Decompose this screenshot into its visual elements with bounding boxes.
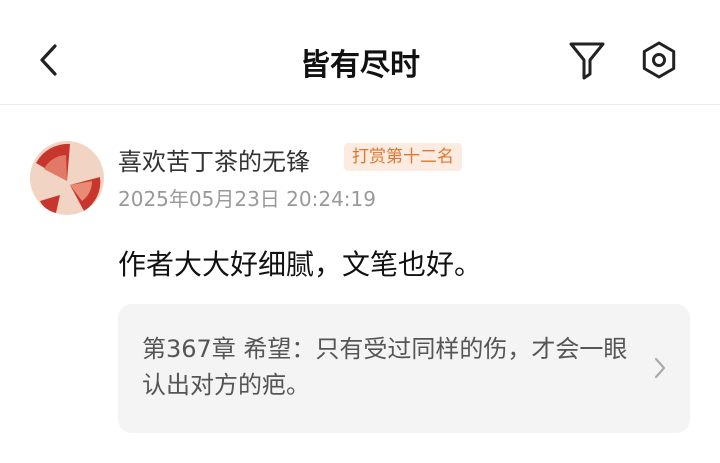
chapter-reference-text: 第367章 希望：只有受过同样的伤，才会一眼认出对方的疤。 [142,335,628,399]
chapter-reference-card[interactable]: 第367章 希望：只有受过同样的伤，才会一眼认出对方的疤。 [118,304,690,433]
settings-button[interactable] [637,38,681,82]
filter-icon [569,42,605,80]
avatar[interactable] [30,141,104,215]
comment-text: 作者大大好细腻，文笔也好。 [118,248,483,281]
reward-rank-badge: 打赏第十二名 [344,143,462,171]
avatar-image [30,141,104,215]
filter-button[interactable] [566,38,608,82]
comment-timestamp: 2025年05月23日 20:24:19 [118,187,376,211]
comment-username[interactable]: 喜欢苦丁茶的无锋 [118,142,310,177]
page-title: 皆有尽时 [300,48,420,83]
chevron-right-icon [654,357,666,379]
top-bar: 皆有尽时 [0,18,720,102]
status-bar [0,0,720,10]
settings-gear-icon [642,41,676,79]
header-divider [0,104,720,105]
